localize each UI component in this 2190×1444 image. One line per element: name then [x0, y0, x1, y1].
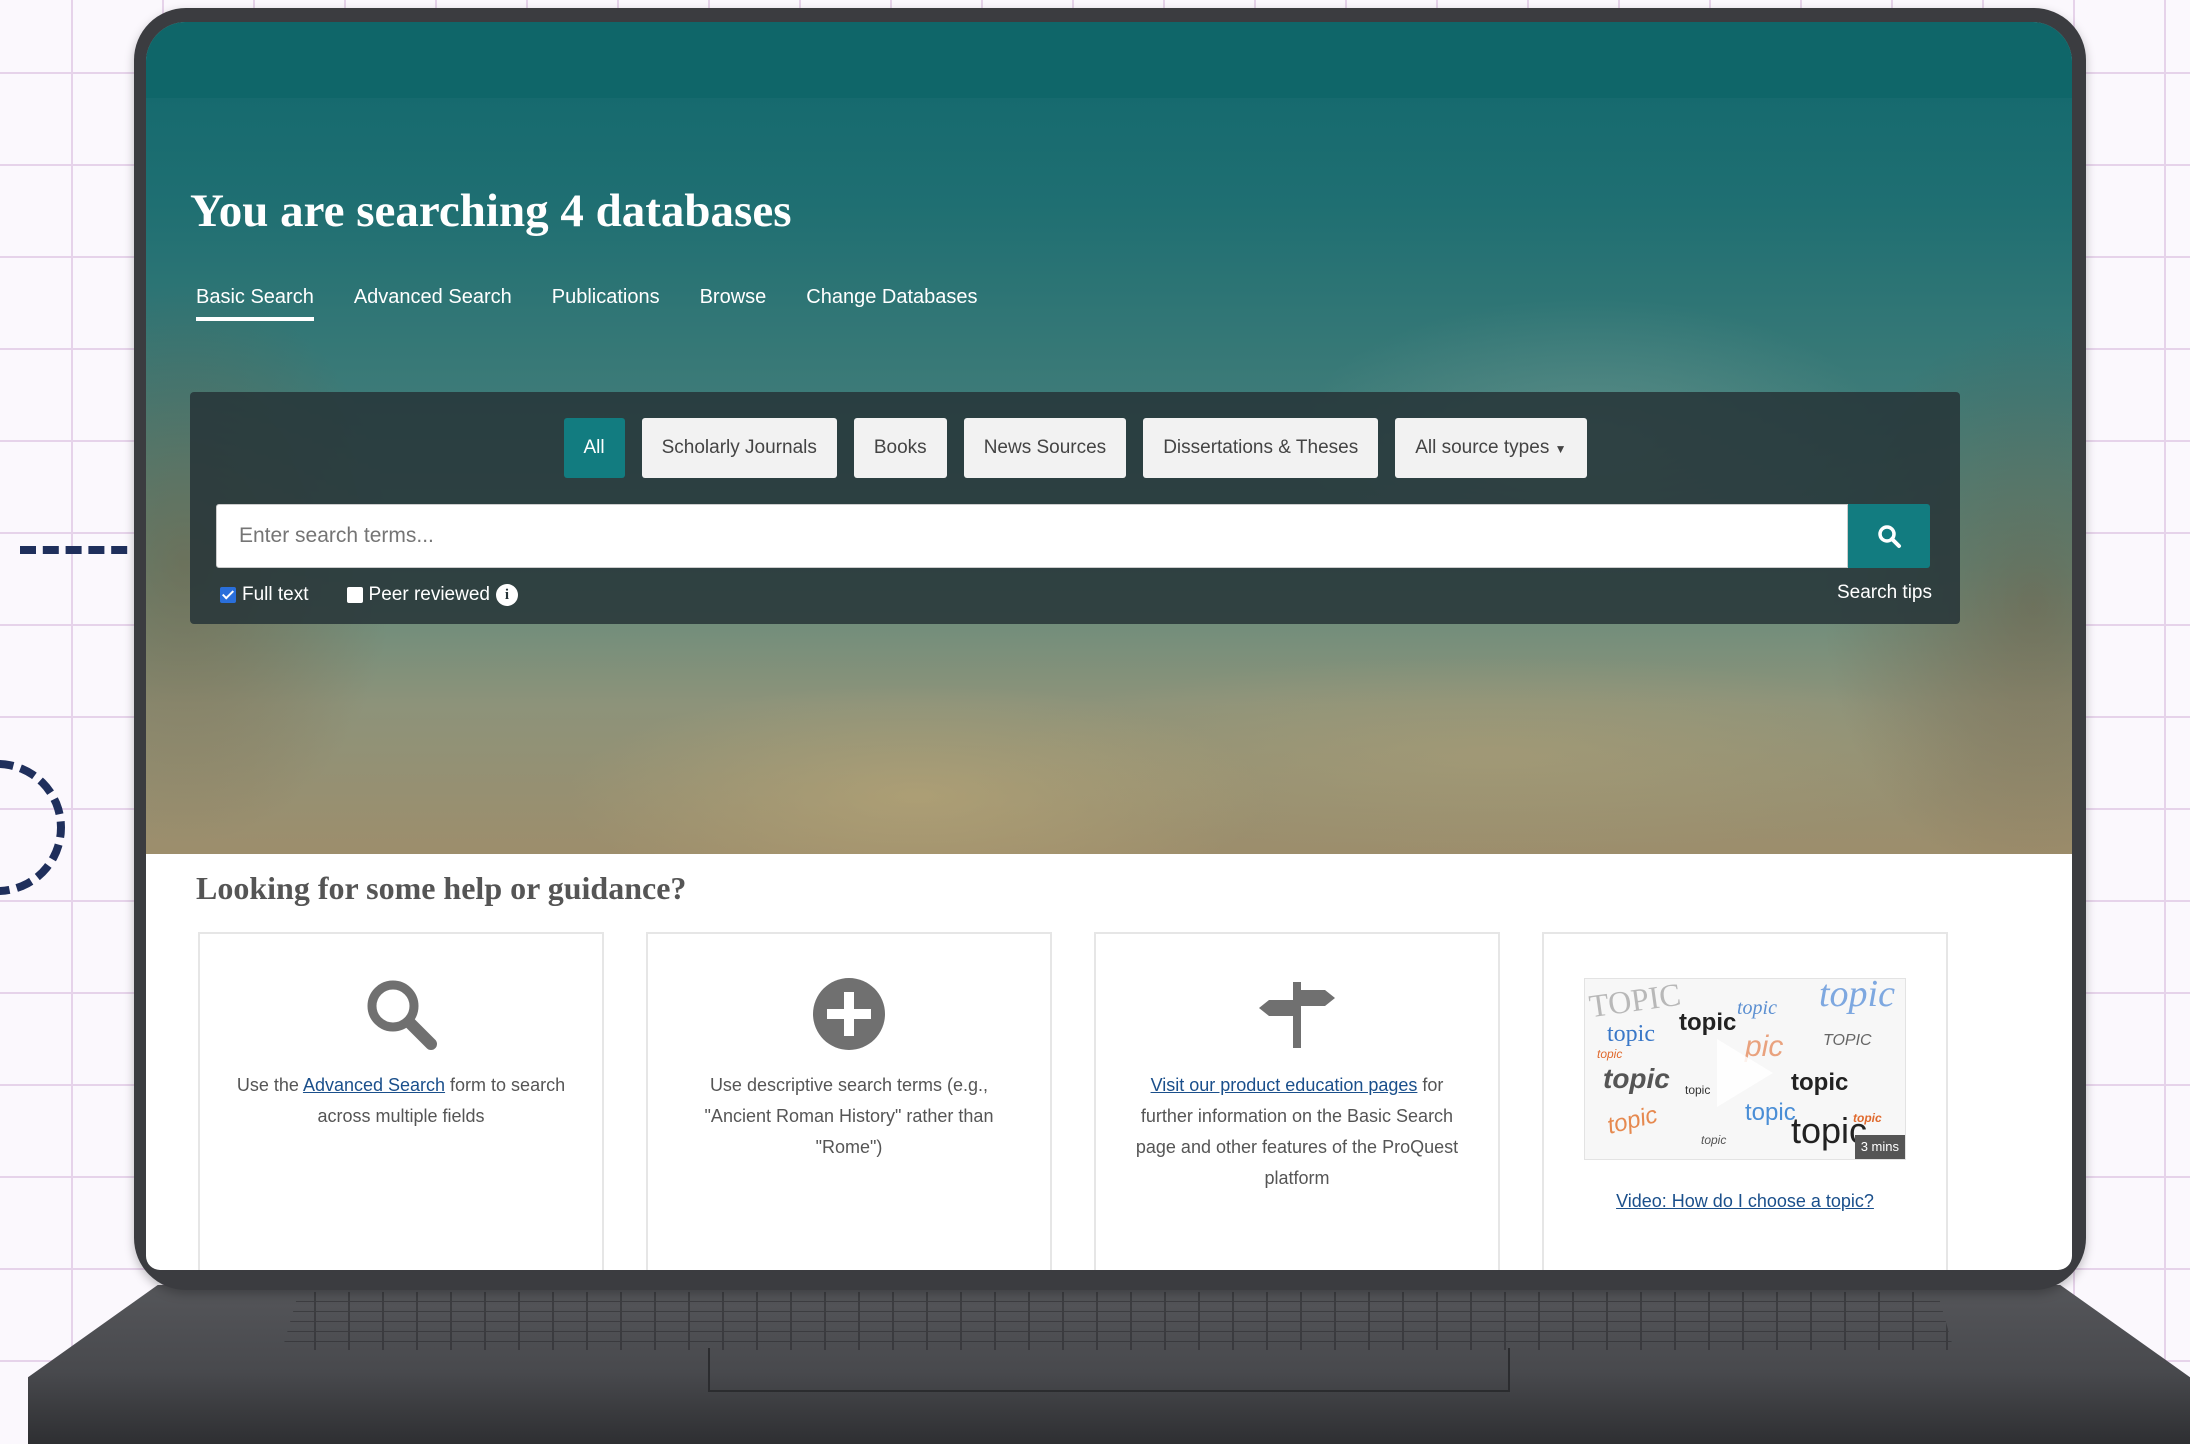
help-section-title: Looking for some help or guidance?	[196, 870, 687, 906]
laptop-trackpad	[708, 1348, 1510, 1392]
filter-news-sources[interactable]: News Sources	[963, 418, 1127, 478]
help-card-advanced-search: Use the Advanced Search form to search a…	[198, 932, 604, 1270]
peer-reviewed-checkbox[interactable]: Peer reviewed i	[346, 584, 518, 606]
search-tabs: Basic Search Advanced Search Publication…	[196, 286, 978, 321]
search-input[interactable]	[216, 504, 1848, 568]
page-title: You are searching 4 databases	[190, 185, 792, 237]
tab-publications[interactable]: Publications	[552, 286, 660, 321]
checkbox-unchecked-icon	[346, 587, 363, 603]
source-type-filters: All Scholarly Journals Books News Source…	[190, 418, 1960, 478]
tab-change-databases[interactable]: Change Databases	[806, 286, 977, 321]
filter-scholarly-journals[interactable]: Scholarly Journals	[641, 418, 837, 478]
info-icon[interactable]: i	[495, 584, 518, 606]
filter-all-source-types-dropdown[interactable]: All source types ▼	[1395, 418, 1587, 478]
caret-down-icon: ▼	[1554, 442, 1567, 456]
laptop-keyboard	[282, 1292, 1954, 1350]
signpost-icon	[1096, 972, 1498, 1056]
help-card-video: TOPIC topic topic topic topic topic TOPI…	[1542, 932, 1948, 1270]
database-count: 4 databases	[560, 185, 792, 237]
search-tips-link[interactable]: Search tips	[1837, 582, 1932, 604]
video-thumbnail[interactable]: TOPIC topic topic topic topic topic TOPI…	[1584, 978, 1906, 1160]
plus-circle-icon	[648, 972, 1050, 1056]
help-card-search-terms: Use descriptive search terms (e.g., "Anc…	[646, 932, 1052, 1270]
video-topic-link[interactable]: Video: How do I choose a topic?	[1616, 1191, 1874, 1211]
tab-browse[interactable]: Browse	[700, 286, 767, 321]
search-button[interactable]	[1848, 504, 1930, 568]
advanced-search-link[interactable]: Advanced Search	[303, 1075, 445, 1095]
full-text-checkbox[interactable]: Full text	[220, 584, 309, 606]
search-options: Full text Peer reviewed i	[220, 584, 518, 606]
checkbox-checked-icon	[220, 587, 236, 603]
search-panel: All Scholarly Journals Books News Source…	[190, 392, 1960, 624]
product-education-link[interactable]: Visit our product education pages	[1151, 1075, 1418, 1095]
video-duration-badge: 3 mins	[1854, 1135, 1905, 1159]
help-cards: Use the Advanced Search form to search a…	[198, 932, 1948, 1270]
decorative-dash-line	[20, 546, 150, 556]
decorative-dashed-circle	[0, 760, 65, 895]
magnifier-icon	[200, 972, 602, 1056]
filter-all[interactable]: All	[563, 418, 625, 478]
top-bar	[146, 22, 2072, 98]
play-icon	[1717, 1039, 1773, 1107]
help-card-product-education: Visit our product education pages for fu…	[1094, 932, 1500, 1270]
tab-advanced-search[interactable]: Advanced Search	[354, 286, 512, 321]
laptop-screen: You are searching 4 databases Basic Sear…	[146, 22, 2072, 1270]
hero-banner: You are searching 4 databases Basic Sear…	[146, 22, 2072, 854]
tab-basic-search[interactable]: Basic Search	[196, 286, 314, 321]
filter-books[interactable]: Books	[853, 418, 947, 478]
search-icon	[1878, 525, 1901, 548]
filter-dissertations-theses[interactable]: Dissertations & Theses	[1143, 418, 1379, 478]
